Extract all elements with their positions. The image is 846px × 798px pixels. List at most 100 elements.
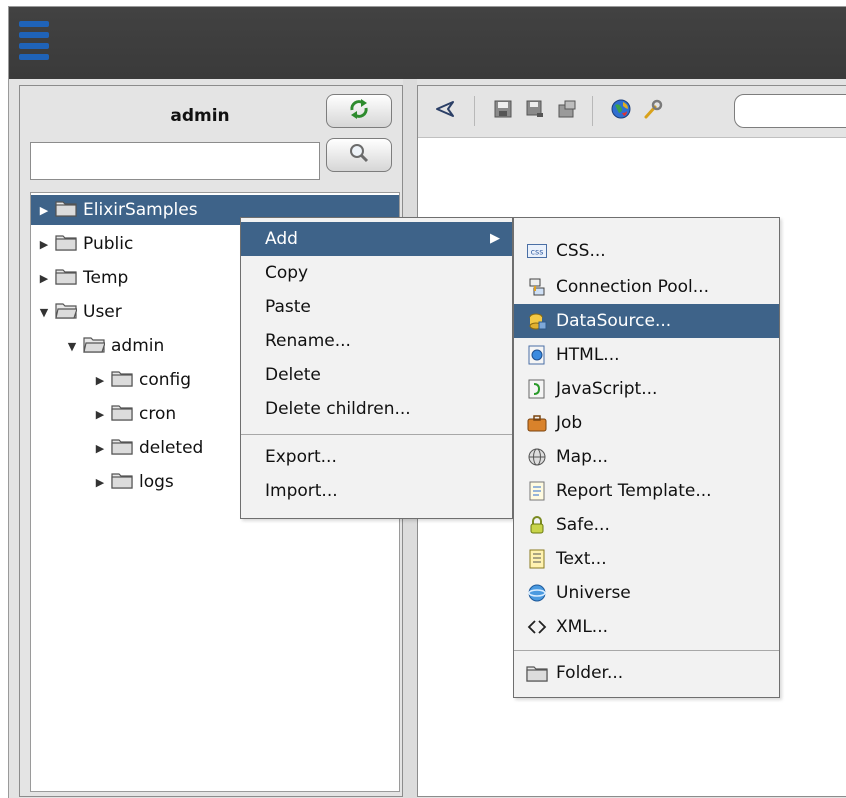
submenu-item-text[interactable]: Text... <box>514 542 779 576</box>
refresh-icon <box>348 98 370 125</box>
menu-item-label: Report Template... <box>556 481 712 501</box>
tree-item-label: deleted <box>139 438 204 458</box>
globe-icon <box>610 98 632 125</box>
expanded-arrow-icon[interactable]: ▼ <box>37 306 51 319</box>
menu-item-copy[interactable]: Copy <box>241 256 512 290</box>
submenu-item-connection-pool[interactable]: Connection Pool... <box>514 270 779 304</box>
menu-item-label: Export... <box>265 447 337 467</box>
tree-item-logs[interactable]: ▶ logs <box>31 467 174 497</box>
tree-item-temp[interactable]: ▶ Temp <box>31 263 129 293</box>
back-button[interactable] <box>432 98 458 124</box>
submenu-item-datasource[interactable]: DataSource... <box>514 304 779 338</box>
back-icon <box>434 98 456 125</box>
menu-separator <box>514 650 779 651</box>
properties-button[interactable] <box>554 98 580 124</box>
submenu-item-safe[interactable]: Safe... <box>514 508 779 542</box>
folder-icon <box>111 471 133 494</box>
collapsed-arrow-icon[interactable]: ▶ <box>93 408 107 421</box>
folder-icon <box>55 267 77 290</box>
wrench-icon <box>642 98 664 125</box>
submenu-item-job[interactable]: Job <box>514 406 779 440</box>
tree-item-label: cron <box>139 404 177 424</box>
app-window: admin ▶ ElixirSamples ▶ Public ▶ Temp ▼ … <box>8 6 846 798</box>
submenu-item-map[interactable]: Map... <box>514 440 779 474</box>
menu-item-label: Copy <box>265 263 309 283</box>
expanded-arrow-icon[interactable]: ▼ <box>65 340 79 353</box>
safe-icon <box>526 514 548 536</box>
tree-item-label: config <box>139 370 192 390</box>
menu-item-label: Add <box>265 229 298 249</box>
tree-item-deleted[interactable]: ▶ deleted <box>31 433 204 463</box>
refresh-button[interactable] <box>326 94 392 128</box>
tree-item-label: ElixirSamples <box>83 200 198 220</box>
menu-item-export[interactable]: Export... <box>241 440 512 474</box>
search-button[interactable] <box>326 138 392 172</box>
tree-item-label: User <box>83 302 122 322</box>
text-icon <box>526 548 548 570</box>
menu-item-delete-children[interactable]: Delete children... <box>241 392 512 426</box>
folder-icon <box>55 233 77 256</box>
collapsed-arrow-icon[interactable]: ▶ <box>37 272 51 285</box>
tree-item-public[interactable]: ▶ Public <box>31 229 134 259</box>
menu-item-label: Safe... <box>556 515 610 535</box>
collapsed-arrow-icon[interactable]: ▶ <box>93 476 107 489</box>
menu-item-label: HTML... <box>556 345 620 365</box>
menu-item-import[interactable]: Import... <box>241 474 512 508</box>
html-icon <box>526 344 548 366</box>
menu-item-label: Import... <box>265 481 338 501</box>
menu-item-add[interactable]: Add ▶ <box>241 222 512 256</box>
folder-icon <box>55 199 77 222</box>
folder-icon <box>526 662 548 684</box>
settings-button[interactable] <box>640 98 666 124</box>
menu-item-label: Text... <box>556 549 607 569</box>
menu-item-label: JavaScript... <box>556 379 658 399</box>
tree-item-config[interactable]: ▶ config <box>31 365 191 395</box>
toolbar-separator <box>592 96 593 126</box>
folder-icon <box>111 437 133 460</box>
menu-item-label: Rename... <box>265 331 351 351</box>
menu-item-label: DataSource... <box>556 311 672 331</box>
path-field[interactable] <box>734 94 846 128</box>
context-menu: Add ▶ Copy Paste Rename... Delete Delete… <box>240 217 513 519</box>
tree-item-cron[interactable]: ▶ cron <box>31 399 176 429</box>
save-button[interactable] <box>490 98 516 124</box>
map-icon <box>526 446 548 468</box>
xml-icon <box>526 616 548 638</box>
open-folder-icon <box>83 335 106 358</box>
collapsed-arrow-icon[interactable]: ▶ <box>37 238 51 251</box>
submenu-item-report-template[interactable]: Report Template... <box>514 474 779 508</box>
menu-item-label: Job <box>556 413 583 433</box>
menu-item-label: Connection Pool... <box>556 277 709 297</box>
tree-item-admin[interactable]: ▼ admin <box>31 331 165 361</box>
menu-item-label: Folder... <box>556 663 624 683</box>
menu-item-paste[interactable]: Paste <box>241 290 512 324</box>
tree-item-label: logs <box>139 472 174 492</box>
properties-icon <box>557 99 577 124</box>
menu-item-label: Paste <box>265 297 311 317</box>
job-icon <box>526 412 548 434</box>
add-submenu: css CSS... Connection Pool... DataSource… <box>513 217 780 698</box>
menu-item-rename[interactable]: Rename... <box>241 324 512 358</box>
title-bar <box>9 7 846 79</box>
menu-item-label: Delete <box>265 365 321 385</box>
editor-toolbar <box>418 86 846 138</box>
app-logo <box>19 21 49 65</box>
submenu-item-xml[interactable]: XML... <box>514 610 779 644</box>
submenu-item-javascript[interactable]: JavaScript... <box>514 372 779 406</box>
tree-item-user[interactable]: ▼ User <box>31 297 122 327</box>
menu-item-label: Delete children... <box>265 399 411 419</box>
collapsed-arrow-icon[interactable]: ▶ <box>93 442 107 455</box>
globe-button[interactable] <box>608 98 634 124</box>
collapsed-arrow-icon[interactable]: ▶ <box>93 374 107 387</box>
collapsed-arrow-icon[interactable]: ▶ <box>37 204 51 217</box>
open-folder-icon <box>55 301 78 324</box>
submenu-item-html[interactable]: HTML... <box>514 338 779 372</box>
save-as-button[interactable] <box>522 98 548 124</box>
submenu-item-folder[interactable]: Folder... <box>514 656 779 690</box>
submenu-item-universe[interactable]: Universe <box>514 576 779 610</box>
search-input[interactable] <box>30 142 320 180</box>
magnifier-icon <box>348 142 370 169</box>
menu-separator <box>241 434 512 435</box>
menu-item-delete[interactable]: Delete <box>241 358 512 392</box>
submenu-item-css[interactable]: css CSS... <box>514 234 779 268</box>
